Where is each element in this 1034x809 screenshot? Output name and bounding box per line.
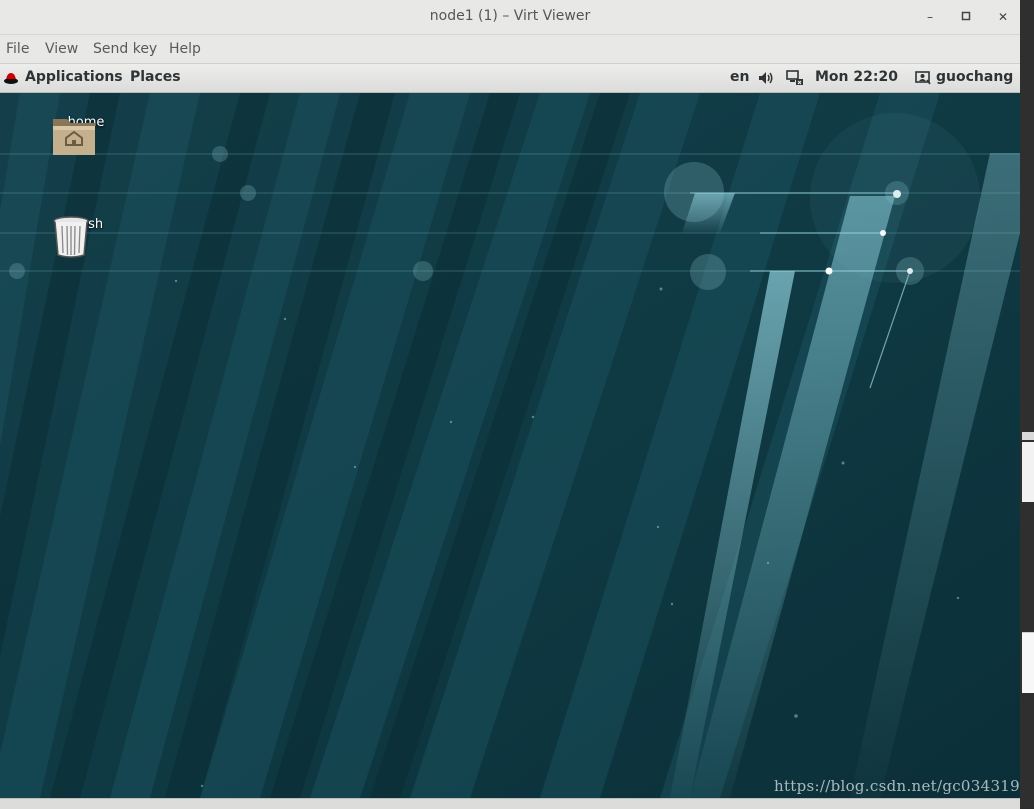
user-menu[interactable]: guochang — [936, 69, 1013, 85]
menu-file[interactable]: File — [6, 41, 29, 57]
watermark-url: https://blog.csdn.net/gc034319 — [774, 777, 1020, 795]
maximize-button[interactable] — [955, 7, 977, 27]
places-menu[interactable]: Places — [130, 69, 181, 85]
window-titlebar: node1 (1) – Virt Viewer – ✕ — [0, 0, 1020, 35]
menu-send-key[interactable]: Send key — [93, 41, 157, 57]
desktop-icon-trash[interactable]: Trash — [51, 215, 121, 258]
keyboard-layout-indicator[interactable]: en — [730, 69, 749, 85]
statusbar — [0, 798, 1020, 809]
maximize-icon — [961, 10, 971, 24]
redhat-logo-icon — [2, 69, 20, 87]
close-icon: ✕ — [997, 10, 1009, 24]
minimize-icon: – — [927, 10, 933, 24]
menu-help[interactable]: Help — [169, 41, 201, 57]
clock[interactable]: Mon 22:20 — [815, 69, 898, 85]
desktop-wallpaper — [0, 93, 1020, 798]
menu-view[interactable]: View — [45, 41, 78, 57]
host-background-strip — [1020, 0, 1034, 808]
menubar: File View Send key Help — [0, 35, 1020, 64]
desktop-background[interactable]: home Trash https://blog.csdn.net — [0, 93, 1020, 798]
guest-display[interactable]: Applications Places en Mon 22:20 guochan… — [0, 64, 1020, 798]
volume-icon[interactable] — [757, 69, 775, 87]
user-icon — [914, 69, 932, 87]
close-button[interactable]: ✕ — [992, 7, 1014, 27]
network-wired-icon[interactable] — [786, 69, 804, 87]
applications-menu[interactable]: Applications — [25, 69, 123, 85]
desktop-icon-home[interactable]: home — [51, 113, 121, 155]
gnome-top-panel: Applications Places en Mon 22:20 guochan… — [0, 64, 1020, 93]
minimize-button[interactable]: – — [919, 7, 941, 27]
window-title: node1 (1) – Virt Viewer — [429, 8, 591, 24]
